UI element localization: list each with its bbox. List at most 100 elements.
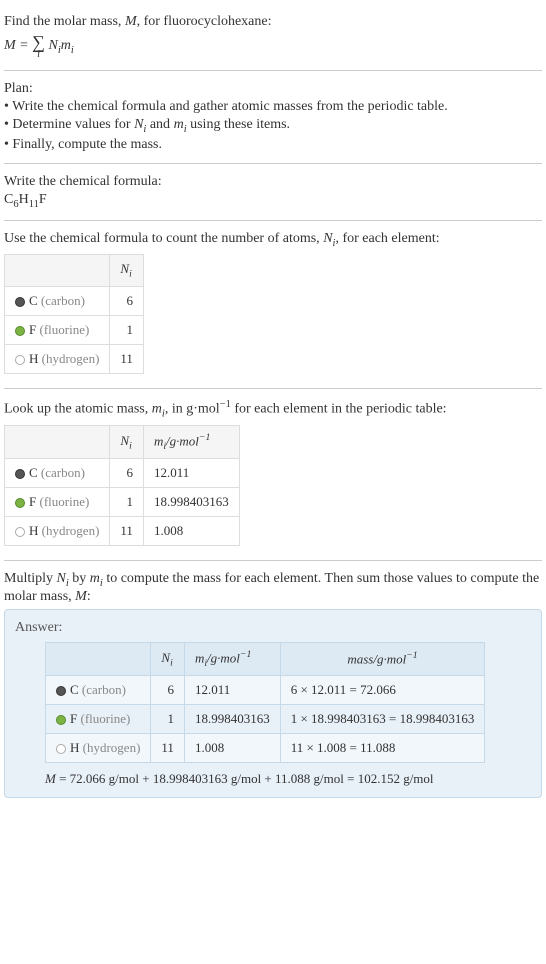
answer-box: Answer: Ni mi/g·mol−1 mass/g·mol−1 C (ca…: [4, 609, 542, 798]
mult-prefix: Multiply: [4, 571, 57, 586]
table-row: C (carbon) 6 12.011 6 × 12.011 = 72.066: [46, 676, 485, 705]
fluorine-symbol: F: [70, 711, 77, 726]
table-row: F (fluorine) 1 18.998403163: [5, 488, 240, 517]
mass-col-m: mi/g·mol−1: [143, 426, 239, 459]
hydrogen-n: 11: [151, 734, 185, 763]
element-cell-fluorine: F (fluorine): [5, 488, 110, 517]
element-cell-hydrogen: H (hydrogen): [46, 734, 151, 763]
count-prefix: Use the chemical formula to count the nu…: [4, 231, 323, 246]
mult-m: m: [90, 571, 100, 586]
col-n-sub: i: [129, 269, 132, 280]
fluorine-dot-icon: [15, 498, 25, 508]
hydrogen-calc: 11 × 1.008 = 11.088: [280, 734, 485, 763]
ans-col-m: mi/g·mol−1: [184, 643, 280, 676]
result-section: Multiply Ni by mi to compute the mass fo…: [4, 561, 542, 806]
mult-n: N: [57, 571, 66, 586]
fluorine-count: 1: [110, 315, 144, 344]
table-header-row: Ni: [5, 255, 144, 287]
intro-prefix: Find the molar mass,: [4, 14, 125, 29]
mcol-m-sup: −1: [199, 432, 210, 443]
element-cell-hydrogen: H (hydrogen): [5, 517, 110, 546]
acol-m-unit: /g·mol: [207, 650, 240, 665]
carbon-symbol: C: [29, 293, 38, 308]
hydrogen-mass: 1.008: [143, 517, 239, 546]
count-heading: Use the chemical formula to count the nu…: [4, 231, 542, 249]
mult-end: :: [87, 589, 91, 604]
hydrogen-dot-icon: [56, 744, 66, 754]
carbon-symbol: C: [70, 682, 79, 697]
formula-n: N: [45, 38, 58, 53]
final-eq: = 72.066 g/mol + 18.998403163 g/mol + 11…: [56, 771, 434, 786]
formula-m-sub: i: [71, 45, 74, 56]
carbon-m: 12.011: [184, 676, 280, 705]
element-cell-fluorine: F (fluorine): [5, 315, 110, 344]
fluorine-n: 1: [151, 705, 185, 734]
plan-item-1: • Write the chemical formula and gather …: [4, 99, 542, 115]
answer-content: Ni mi/g·mol−1 mass/g·mol−1 C (carbon) 6 …: [15, 642, 531, 787]
mcol-n-sub: i: [129, 441, 132, 452]
table-row: C (carbon) 6 12.011: [5, 459, 240, 488]
ans-col-mass: mass/g·mol−1: [280, 643, 485, 676]
fluorine-m: 18.998403163: [184, 705, 280, 734]
count-var: N: [323, 231, 332, 246]
element-cell-hydrogen: H (hydrogen): [5, 344, 110, 373]
table-header-row: Ni mi/g·mol−1: [5, 426, 240, 459]
final-result: M = 72.066 g/mol + 18.998403163 g/mol + …: [45, 771, 531, 787]
intro-suffix: , for fluorocyclohexane:: [137, 14, 272, 29]
fluorine-mass: 18.998403163: [143, 488, 239, 517]
carbon-mass: 12.011: [143, 459, 239, 488]
table-row: H (hydrogen) 11 1.008 11 × 1.008 = 11.08…: [46, 734, 485, 763]
chem-c: C: [4, 192, 13, 207]
hydrogen-name: (hydrogen): [42, 351, 100, 366]
count-suffix: , for each element:: [335, 231, 439, 246]
fluorine-name: (fluorine): [39, 494, 89, 509]
element-cell-carbon: C (carbon): [46, 676, 151, 705]
table-row: C (carbon) 6: [5, 286, 144, 315]
plan2-m: m: [174, 117, 184, 132]
mass-sup: −1: [220, 399, 231, 410]
element-cell-carbon: C (carbon): [5, 286, 110, 315]
chemical-formula: C6H11F: [4, 192, 542, 210]
carbon-dot-icon: [56, 686, 66, 696]
acol-m-sup: −1: [240, 649, 251, 660]
formula-m: m: [61, 38, 71, 53]
mass-mid: , in g·mol: [165, 402, 220, 417]
formula-eq: =: [16, 38, 32, 53]
carbon-n: 6: [151, 676, 185, 705]
intro-line: Find the molar mass, M, for fluorocycloh…: [4, 14, 542, 30]
mass-table: Ni mi/g·mol−1 C (carbon) 6 12.011 F (flu…: [4, 425, 240, 546]
mass-col-element: [5, 426, 110, 459]
plan-item-2: • Determine values for Ni and mi using t…: [4, 117, 542, 135]
hydrogen-symbol: H: [29, 523, 38, 538]
plan2-mid: and: [146, 117, 173, 132]
table-row: H (hydrogen) 11: [5, 344, 144, 373]
mult-mid: by: [69, 571, 90, 586]
carbon-dot-icon: [15, 469, 25, 479]
hydrogen-count: 11: [110, 344, 144, 373]
plan-heading: Plan:: [4, 81, 542, 97]
plan2-suffix: using these items.: [187, 117, 290, 132]
chem-h: H: [19, 192, 29, 207]
answer-label: Answer:: [15, 620, 531, 636]
mass-var: m: [152, 402, 162, 417]
fluorine-symbol: F: [29, 494, 36, 509]
acol-n-sub: i: [170, 657, 173, 668]
ans-col-n: Ni: [151, 643, 185, 676]
answer-table: Ni mi/g·mol−1 mass/g·mol−1 C (carbon) 6 …: [45, 642, 485, 763]
plan2-prefix: • Determine values for: [4, 117, 134, 132]
table-row: F (fluorine) 1: [5, 315, 144, 344]
hydrogen-symbol: H: [70, 740, 79, 755]
multiply-heading: Multiply Ni by mi to compute the mass fo…: [4, 571, 542, 605]
element-cell-fluorine: F (fluorine): [46, 705, 151, 734]
mass-prefix: Look up the atomic mass,: [4, 402, 152, 417]
molar-mass-formula: M = ∑i Nimi: [4, 32, 542, 60]
fluorine-calc: 1 × 18.998403163 = 18.998403163: [280, 705, 485, 734]
intro-section: Find the molar mass, M, for fluorocycloh…: [4, 4, 542, 71]
mult-var: M: [75, 589, 87, 604]
plan-section: Plan: • Write the chemical formula and g…: [4, 71, 542, 164]
fluorine-dot-icon: [56, 715, 66, 725]
table-header-row: Ni mi/g·mol−1 mass/g·mol−1: [46, 643, 485, 676]
carbon-count: 6: [110, 286, 144, 315]
intro-var-m: M: [125, 14, 137, 29]
hydrogen-dot-icon: [15, 355, 25, 365]
